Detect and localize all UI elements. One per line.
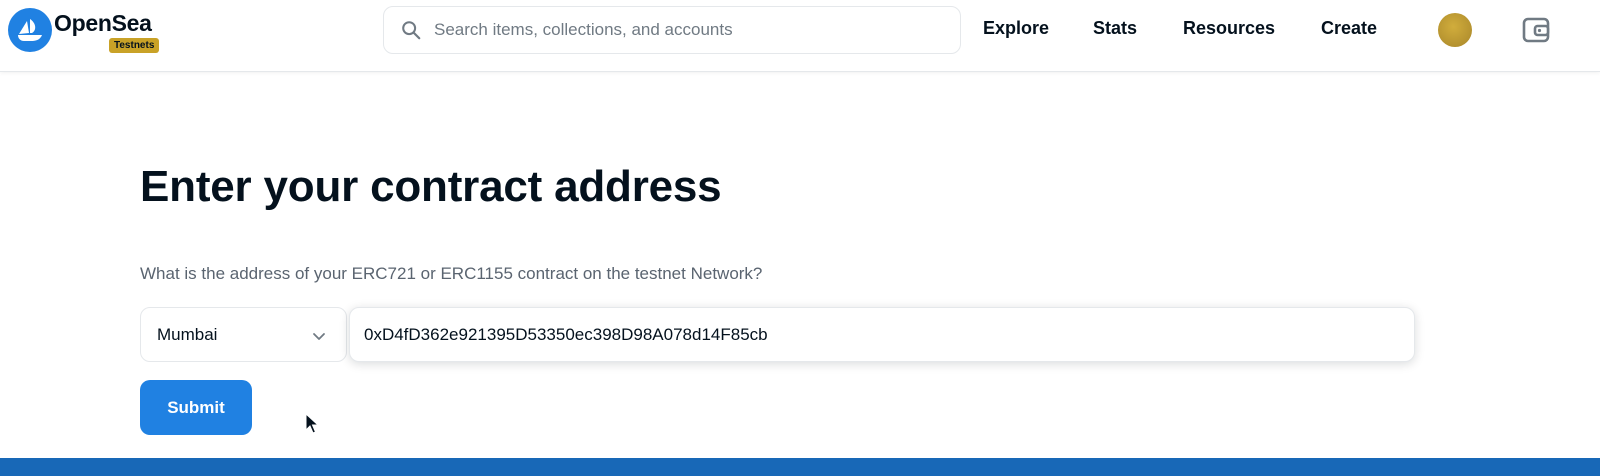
network-select-value: Mumbai: [157, 325, 218, 344]
mouse-cursor-icon: [305, 413, 319, 434]
search-bar[interactable]: [383, 6, 961, 54]
logo-link[interactable]: [8, 8, 52, 52]
chevron-down-icon: [313, 333, 325, 340]
contract-description: What is the address of your ERC721 or ER…: [140, 264, 763, 283]
nav-explore[interactable]: Explore: [983, 18, 1049, 39]
footer-bar: [0, 458, 1600, 476]
network-select[interactable]: Mumbai: [140, 307, 347, 362]
brand-name[interactable]: OpenSea: [54, 10, 152, 37]
nav-stats[interactable]: Stats: [1093, 18, 1137, 39]
search-icon: [402, 21, 421, 40]
top-navbar: OpenSea Testnets Explore Stats Resources…: [0, 0, 1600, 72]
submit-button[interactable]: Submit: [140, 380, 252, 435]
wallet-icon[interactable]: [1520, 14, 1552, 46]
page-title: Enter your contract address: [140, 162, 722, 211]
search-input[interactable]: [434, 7, 944, 53]
avatar[interactable]: [1438, 13, 1472, 47]
opensea-logo-icon[interactable]: [8, 8, 52, 52]
nav-resources[interactable]: Resources: [1183, 18, 1275, 39]
nav-create[interactable]: Create: [1321, 18, 1377, 39]
testnets-badge: Testnets: [109, 38, 160, 53]
contract-address-input[interactable]: [349, 307, 1415, 362]
